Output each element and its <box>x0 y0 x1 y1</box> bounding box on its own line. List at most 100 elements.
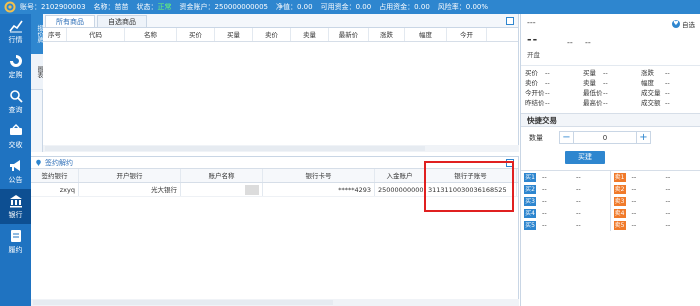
list-item: 买2 -- -- <box>524 184 581 194</box>
market-grid-body <box>43 42 518 138</box>
occupied-funds: 占用资金：0.00 <box>379 3 430 11</box>
column-header[interactable]: 银行子账号 <box>425 169 517 182</box>
fund-account: 资金账户：250000000005 <box>179 3 268 11</box>
column-header[interactable]: 今开 <box>447 28 487 41</box>
cell-sign-bank: zxyq <box>31 183 79 196</box>
chart-icon <box>8 20 23 32</box>
add-favorite-button[interactable]: ♥ 自选 <box>672 19 695 29</box>
nav-item-query[interactable]: 查询 <box>0 84 31 119</box>
column-header[interactable]: 卖价 <box>253 28 291 41</box>
panel-toggle-icon[interactable] <box>506 159 514 167</box>
top-status-bar: 账号：2102900003 名称：苗苗 状态：正常 资金账户：250000000… <box>0 0 700 14</box>
column-header[interactable]: 买量 <box>215 28 253 41</box>
column-header[interactable]: 幅度 <box>405 28 447 41</box>
account-number: 账号：2102900003 <box>20 3 86 11</box>
nav-item-notice[interactable]: 公告 <box>0 154 31 189</box>
quote-label: 最低价 <box>583 89 603 97</box>
quote-value: -- <box>665 69 670 77</box>
quote-label: 涨跌 <box>641 69 654 77</box>
nav-item-fulfillment[interactable]: 履约 <box>0 224 31 259</box>
quote-value: -- <box>603 69 608 77</box>
list-item: 卖1 -- -- <box>613 172 671 182</box>
list-item: 卖3 -- -- <box>613 196 671 206</box>
buy-level-tag: 买5 <box>524 220 536 230</box>
buy-level-tag: 买3 <box>524 196 536 206</box>
column-header[interactable]: 最新价 <box>329 28 369 41</box>
list-item: 买3 -- -- <box>524 196 581 206</box>
list-item: 买5 -- -- <box>524 220 581 230</box>
signing-grid-header: 签约银行 开户银行 账户名称 银行卡号 入金账户 银行子账号 <box>31 169 518 183</box>
sell-level-tag: 卖4 <box>613 208 626 218</box>
column-header[interactable]: 买价 <box>177 28 215 41</box>
sell-level-tag: 卖2 <box>613 184 626 194</box>
tab-favorite-products[interactable]: 自选商品 <box>97 15 147 27</box>
column-header[interactable]: 涨跌 <box>369 28 405 41</box>
list-item: 买4 -- -- <box>524 208 581 218</box>
column-header[interactable]: 卖量 <box>291 28 329 41</box>
scrollbar-thumb[interactable] <box>45 146 425 151</box>
vtab-chart[interactable]: 图表 <box>31 54 43 90</box>
vtab-quote-board[interactable]: 报价牌 <box>31 14 43 54</box>
quantity-row: 数量 − 0 + <box>521 127 700 148</box>
quote-label: 昨结价 <box>525 99 545 107</box>
quote-label: 幅度 <box>641 79 654 87</box>
nav-item-delivery[interactable]: 交收 <box>0 119 31 154</box>
quote-value: -- <box>665 79 670 87</box>
pin-icon <box>36 159 41 166</box>
column-header[interactable]: 入金账户 <box>375 169 425 182</box>
masked-account-name <box>245 185 259 195</box>
buy-open-button[interactable]: 买建 <box>565 151 605 164</box>
column-header[interactable]: 序号 <box>43 28 67 41</box>
buy-level-tag: 买2 <box>524 184 536 194</box>
quote-value: -- <box>603 89 608 97</box>
quote-label: 成交额 <box>641 99 661 107</box>
document-icon <box>10 229 21 242</box>
column-header[interactable]: 账户名称 <box>181 169 263 182</box>
increment-button[interactable]: + <box>637 132 650 143</box>
latest-price: -- <box>527 33 539 46</box>
quantity-input[interactable]: 0 <box>573 132 637 143</box>
left-nav: 行情 定购 查询 交收 公告 银行 履约 <box>0 14 31 306</box>
list-item: 卖4 -- -- <box>613 208 671 218</box>
bank-icon <box>9 194 22 207</box>
heart-icon: ♥ <box>672 20 680 28</box>
nav-item-market[interactable]: 行情 <box>0 14 31 49</box>
market-horizontal-scrollbar[interactable] <box>43 145 519 152</box>
decrement-button[interactable]: − <box>560 132 573 143</box>
column-header[interactable]: 签约银行 <box>31 169 79 182</box>
quote-label: 成交量 <box>641 89 661 97</box>
quick-trade-section: 快捷交易 数量 − 0 + 买建 <box>521 113 700 164</box>
sell-level-tag: 卖3 <box>613 196 626 206</box>
product-name: --- <box>527 18 536 27</box>
cell-deposit-account: 250000000005 <box>375 183 425 196</box>
tab-all-products[interactable]: 所有商品 <box>45 15 95 27</box>
signing-panel: 签约解约 签约银行 开户银行 账户名称 银行卡号 入金账户 银行子账号 zxyq… <box>31 156 519 306</box>
price-change-percent: -- <box>585 38 591 47</box>
quick-trade-title: 快捷交易 <box>521 114 700 127</box>
market-panel: 所有商品 自选商品 序号 代码 名称 买价 买量 卖价 卖量 最新价 涨跌 幅度… <box>43 14 519 152</box>
table-row[interactable]: zxyq 光大银行 *****4293 250000000005 3113110… <box>31 183 518 197</box>
signing-horizontal-scrollbar[interactable] <box>31 299 519 306</box>
nav-item-bank[interactable]: 银行 <box>0 189 31 224</box>
risk-rate: 风险率：0.00% <box>437 3 489 11</box>
nav-item-order[interactable]: 定购 <box>0 49 31 84</box>
quote-value: -- <box>665 89 670 97</box>
panel-toggle-icon[interactable] <box>506 17 514 25</box>
column-header[interactable]: 银行卡号 <box>263 169 375 182</box>
column-header[interactable]: 开户银行 <box>79 169 181 182</box>
cell-account-name <box>181 183 263 196</box>
quote-label: 卖量 <box>583 79 596 87</box>
delivery-icon <box>9 123 22 135</box>
price-change: -- <box>567 38 573 47</box>
quote-detail-grid: 买价 -- 买量 -- 涨跌 -- 卖价 -- 卖量 -- 幅度 -- 今开价 … <box>521 66 700 111</box>
column-header[interactable]: 名称 <box>125 28 177 41</box>
quote-header: --- -- -- -- 开盘 ♥ 自选 <box>521 14 700 66</box>
account-status: 状态：正常 <box>136 3 172 11</box>
quote-value: -- <box>545 69 550 77</box>
app-logo-icon <box>0 0 20 14</box>
scrollbar-thumb[interactable] <box>33 300 333 305</box>
cell-card-number: *****4293 <box>263 183 375 196</box>
list-item: 卖2 -- -- <box>613 184 671 194</box>
column-header[interactable]: 代码 <box>67 28 125 41</box>
quote-label: 买价 <box>525 69 538 77</box>
